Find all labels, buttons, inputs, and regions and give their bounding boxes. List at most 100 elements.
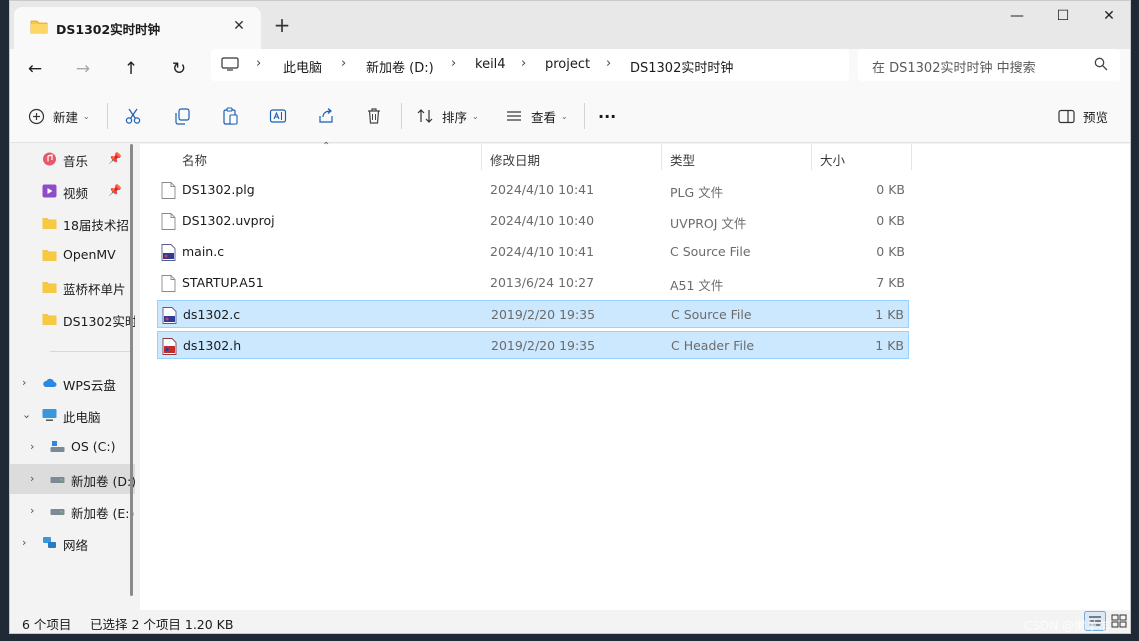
back-arrow-icon[interactable]: ← [20, 55, 50, 85]
large-icons-view-icon[interactable] [1108, 611, 1130, 631]
pin-icon: 📌 [108, 152, 122, 165]
chevron-right-icon[interactable]: › [30, 472, 34, 485]
chevron-right-icon[interactable]: › [30, 440, 34, 453]
maximize-button[interactable]: ☐ [1040, 1, 1086, 33]
address-bar[interactable]: › 此电脑 › 新加卷 (D:) › keil4 › project › DS1… [211, 49, 849, 81]
table-row[interactable]: DS1302.plg 2024/4/10 10:41 PLG 文件 0 KB [157, 176, 909, 204]
column-divider[interactable] [911, 144, 912, 170]
close-window-button[interactable]: ✕ [1086, 1, 1130, 33]
chevron-right-icon[interactable]: › [22, 536, 26, 549]
nav-item-folder[interactable]: OpenMV [10, 240, 135, 270]
nav-scrollbar[interactable] [130, 144, 133, 596]
search-icon [1094, 57, 1108, 71]
chevron-right-icon[interactable]: › [30, 504, 34, 517]
nav-item-label: WPS云盘 [63, 378, 116, 393]
cut-button[interactable] [124, 103, 142, 129]
folder-icon [30, 20, 48, 34]
nav-item-folder[interactable]: DS1302实时 [10, 304, 135, 334]
forward-arrow-icon[interactable]: → [68, 55, 98, 85]
chevron-down-icon: ⌄ [83, 111, 90, 121]
nav-item-wps-cloud[interactable]: › WPS云盘 [10, 368, 135, 398]
tab-ds1302[interactable]: DS1302实时时钟 ✕ [14, 7, 261, 49]
column-header-label: 大小 [820, 153, 846, 168]
close-tab-icon[interactable]: ✕ [229, 16, 249, 36]
column-header-name[interactable]: 名称 [157, 144, 491, 170]
share-button[interactable] [317, 103, 335, 129]
file-type: UVPROJ 文件 [670, 216, 747, 231]
chevron-down-icon: ⌄ [561, 111, 568, 121]
nav-item-music[interactable]: 音乐 📌 [10, 144, 135, 174]
breadcrumb-project[interactable]: project [545, 57, 590, 72]
nav-item-folder[interactable]: 18届技术招 [10, 208, 135, 238]
chevron-right-icon[interactable]: › [22, 376, 26, 389]
preview-pane-button[interactable]: 预览 [1058, 103, 1108, 129]
paste-button[interactable] [221, 103, 239, 129]
folder-icon [42, 218, 57, 229]
preview-label: 预览 [1083, 109, 1109, 125]
column-header-size[interactable]: 大小 [812, 144, 912, 170]
chevron-right-icon: › [256, 56, 262, 71]
toolbar-divider [401, 103, 402, 129]
nav-item-this-pc[interactable]: ⌄ 此电脑 [10, 400, 135, 430]
chevron-right-icon: › [521, 56, 527, 71]
drive-icon [50, 509, 65, 515]
pin-icon: 📌 [108, 184, 122, 197]
nav-item-folder[interactable]: 蓝桥杯单片 [10, 272, 135, 302]
folder-icon [42, 314, 57, 325]
scissors-icon [125, 108, 141, 124]
column-header-date[interactable]: 修改日期 [482, 144, 662, 170]
nav-item-drive-e[interactable]: › 新加卷 (E:) [10, 496, 135, 526]
file-size: 0 KB [876, 182, 905, 197]
breadcrumb-current-folder[interactable]: DS1302实时时钟 [630, 57, 733, 76]
file-name: ds1302.h [183, 338, 242, 353]
breadcrumb-drive-d[interactable]: 新加卷 (D:) [366, 57, 434, 76]
table-row-selected[interactable]: ds1302.h 2019/2/20 19:35 C Header File 1… [157, 331, 909, 359]
file-type: C Source File [671, 307, 752, 322]
table-row[interactable]: DS1302.uvproj 2024/4/10 10:40 UVPROJ 文件 … [157, 207, 909, 235]
view-button[interactable]: 查看 ⌄ [505, 103, 568, 129]
nav-item-network[interactable]: › 网络 [10, 528, 135, 558]
more-options-button[interactable]: ··· [598, 103, 616, 129]
desktop-right-edge [1130, 0, 1139, 641]
column-header-type[interactable]: 类型 [662, 144, 812, 170]
refresh-icon[interactable]: ↻ [164, 55, 194, 85]
table-row-selected[interactable]: ds1302.c 2019/2/20 19:35 C Source File 1… [157, 300, 909, 328]
nav-item-video[interactable]: 视频 📌 [10, 176, 135, 206]
nav-item-drive-d[interactable]: › 新加卷 (D:) [10, 464, 135, 494]
nav-item-label: 网络 [63, 538, 89, 553]
copy-icon [175, 108, 190, 125]
nav-item-label: 新加卷 (D:) [71, 474, 135, 489]
table-row[interactable]: STARTUP.A51 2013/6/24 10:27 A51 文件 7 KB [157, 269, 909, 297]
nav-item-label: 18届技术招 [63, 218, 129, 233]
chevron-down-icon[interactable]: ⌄ [22, 408, 31, 421]
minimize-button[interactable]: — [994, 1, 1040, 33]
preview-pane-icon [1058, 109, 1075, 123]
command-bar: 新建 ⌄ 排序 ⌄ 查看 ⌄ ··· 预览 [10, 89, 1130, 143]
file-explorer-window: DS1302实时时钟 ✕ + — ☐ ✕ ← → ↑ ↻ › 此电脑 › 新加卷… [9, 0, 1131, 634]
nav-item-label: 音乐 [63, 154, 89, 169]
nav-item-label: OpenMV [63, 247, 116, 262]
address-row: ← → ↑ ↻ › 此电脑 › 新加卷 (D:) › keil4 › proje… [10, 49, 1130, 89]
rename-button[interactable] [269, 103, 287, 129]
video-icon [42, 184, 57, 198]
toolbar-divider [107, 103, 108, 129]
drive-icon [50, 441, 65, 452]
table-row[interactable]: main.c 2024/4/10 10:41 C Source File 0 K… [157, 238, 909, 266]
new-tab-button[interactable]: + [268, 13, 296, 39]
breadcrumb-keil4[interactable]: keil4 [475, 57, 506, 72]
nav-item-drive-c[interactable]: › OS (C:) [10, 432, 135, 462]
sort-icon [417, 109, 433, 123]
new-button[interactable]: 新建 ⌄ [28, 103, 90, 129]
item-count: 6 个项目 [22, 617, 72, 632]
delete-button[interactable] [365, 103, 383, 129]
copy-button[interactable] [173, 103, 191, 129]
sort-button[interactable]: 排序 ⌄ [416, 103, 479, 129]
search-input[interactable]: 在 DS1302实时时钟 中搜索 [858, 49, 1120, 81]
breadcrumb-this-pc[interactable]: 此电脑 [283, 57, 322, 76]
file-name: DS1302.plg [182, 182, 255, 197]
up-arrow-icon[interactable]: ↑ [116, 55, 146, 85]
nav-item-label: 此电脑 [63, 410, 101, 425]
selection-info: 已选择 2 个项目 1.20 KB [90, 617, 234, 632]
generic-file-icon [161, 182, 176, 199]
file-type: PLG 文件 [670, 185, 724, 200]
